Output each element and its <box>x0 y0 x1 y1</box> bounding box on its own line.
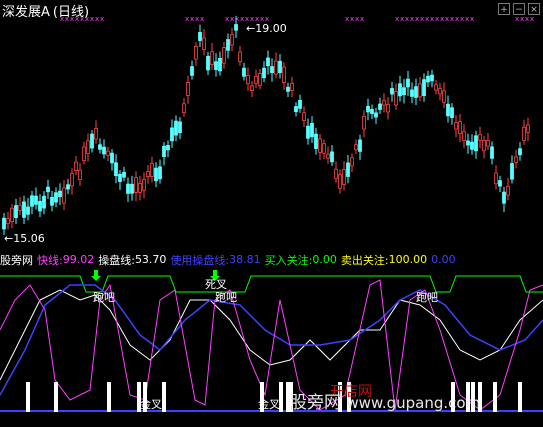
gold-cross-label-2: 金叉 <box>258 398 280 411</box>
watermark: 股旁网 www.gupang.com <box>290 388 480 413</box>
watermark-text: 股旁网 <box>290 393 341 413</box>
dead-cross-label: 死叉 <box>205 278 227 291</box>
watermark-domain: www.gupang.com <box>346 394 481 412</box>
indicator-chart[interactable] <box>0 0 543 427</box>
signal-bar <box>493 382 497 412</box>
down-arrow-icon <box>91 270 101 281</box>
tool-line <box>0 284 543 396</box>
signal-bar <box>107 382 111 412</box>
stock-chart-window: 深发展A (日线) + − × xxxxxxxxxxxxxxxxxxxxxxxx… <box>0 0 543 427</box>
gold-cross-label-1: 金叉 <box>140 398 162 411</box>
run-signal-1: 跑吧 <box>93 291 115 304</box>
signal-bar <box>54 382 58 412</box>
signal-bar <box>518 382 522 412</box>
signal-bar <box>162 382 166 412</box>
buy-watch-line <box>0 275 543 293</box>
signal-bar <box>26 382 30 412</box>
run-signal-3: 跑吧 <box>416 291 438 304</box>
trade-line <box>0 289 543 381</box>
